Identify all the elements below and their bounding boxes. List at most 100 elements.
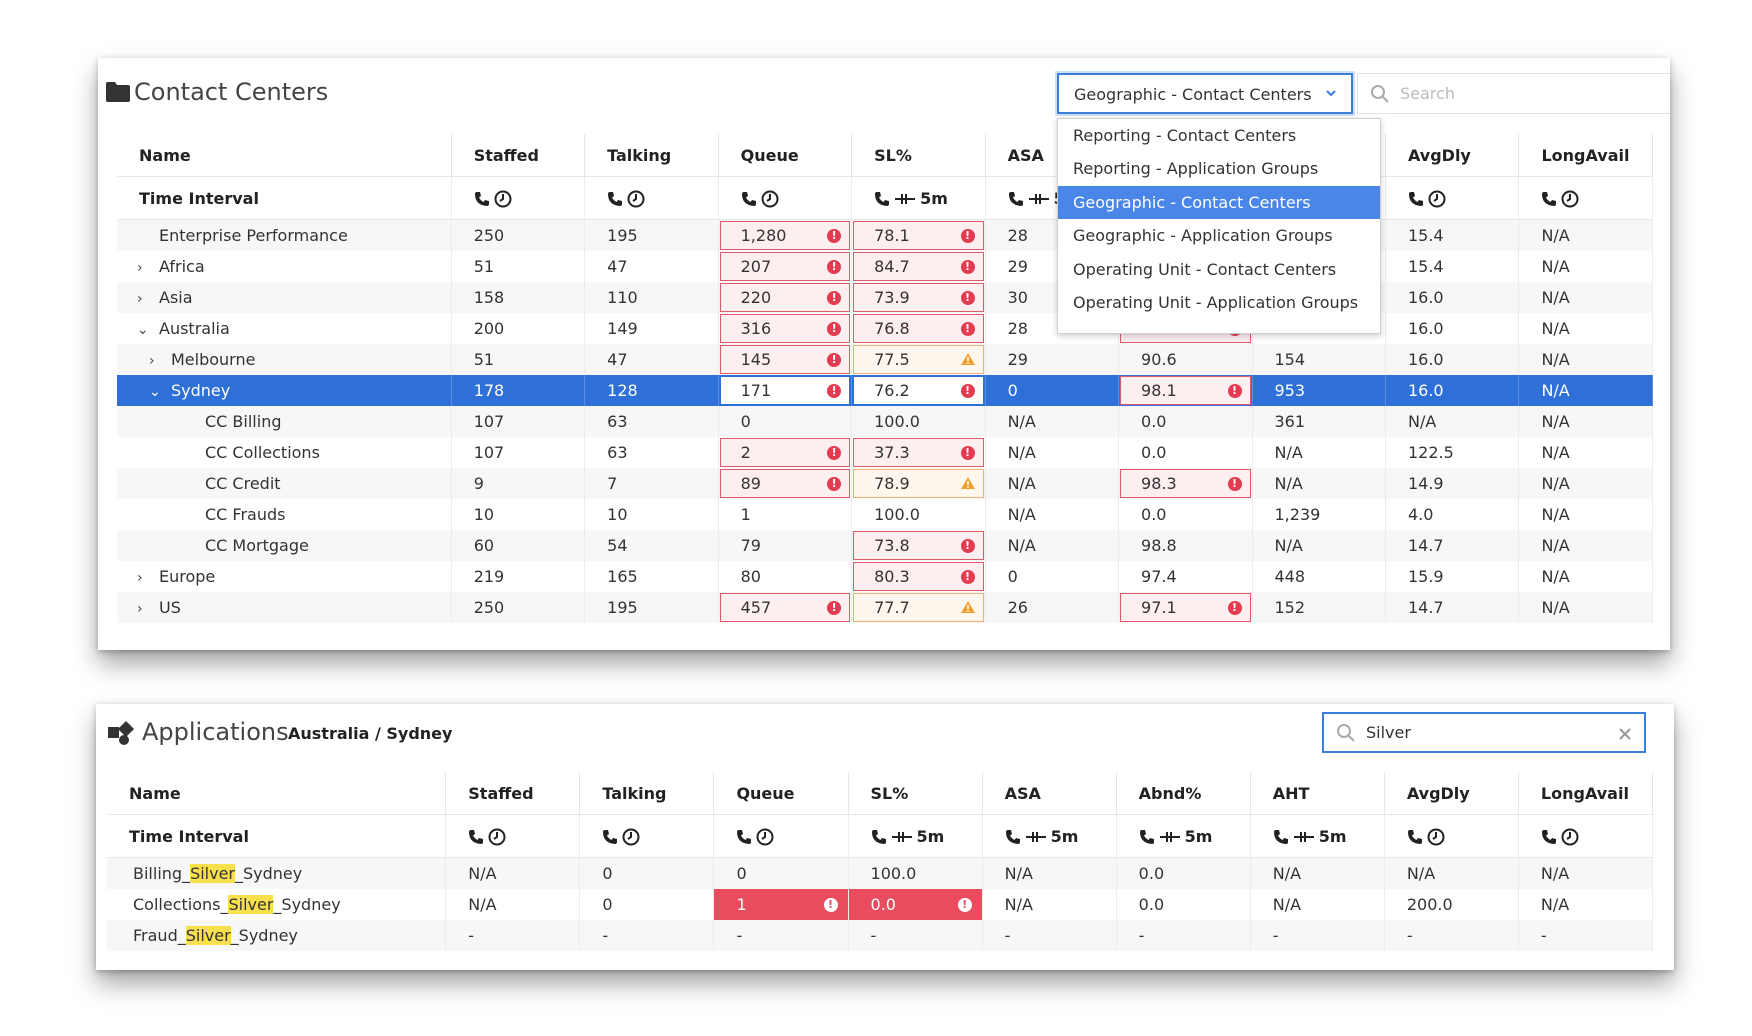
chevron-right-icon[interactable]: ›: [137, 570, 151, 586]
row-name-cell[interactable]: ⌄ Sydney: [117, 375, 452, 406]
interval-cell[interactable]: [579, 814, 715, 858]
contact-centers-table: NameStaffedTalkingQueueSL%ASAAbnd%AHTAvg…: [117, 134, 1653, 623]
chevron-right-icon[interactable]: ›: [137, 260, 151, 276]
interval-cell[interactable]: [718, 176, 853, 220]
row-name-cell[interactable]: CC Credit: [117, 468, 452, 499]
table-row[interactable]: › Melbourne 51 47 145! 77.5 29 90.6 154 16.0 N/A: [117, 344, 1653, 375]
interval-cell[interactable]: [584, 176, 719, 220]
metric-value: N/A: [1541, 226, 1570, 245]
column-header[interactable]: Name: [117, 134, 452, 177]
column-header[interactable]: Staffed: [445, 772, 581, 815]
table-row[interactable]: Fraud_Silver_Sydney - - - - - - - - -: [107, 920, 1654, 951]
table-row[interactable]: CC Credit 9 7 89! 78.9 N/A 98.3! N/A 14.9 N/A: [117, 468, 1653, 499]
metric-value: N/A: [1004, 895, 1033, 914]
metric-cell: -: [1250, 920, 1385, 951]
metric-value: 30: [1007, 288, 1028, 307]
table-row[interactable]: Billing_Silver_Sydney N/A 0 0 100.0 N/A 0.0 N/A…: [107, 857, 1654, 889]
row-name-cell[interactable]: Enterprise Performance: [117, 219, 452, 251]
metric-cell: 107: [451, 437, 586, 468]
interval-cell[interactable]: 5m: [1250, 814, 1385, 858]
row-name-cell[interactable]: › Africa: [117, 251, 452, 282]
table-row[interactable]: › US 250 195 457! 77.7 26 97.1! 152 14.7 N/A: [117, 592, 1653, 623]
column-header[interactable]: Queue: [713, 772, 849, 815]
column-header[interactable]: Talking: [579, 772, 715, 815]
metric-value: 361: [1274, 412, 1306, 431]
column-header[interactable]: SL%: [851, 134, 986, 177]
metric-value: 0.0: [1138, 864, 1165, 883]
metric-cell: N/A: [985, 499, 1120, 530]
metric-cell: 0: [579, 889, 715, 920]
chevron-right-icon[interactable]: ›: [137, 291, 151, 307]
row-name-cell[interactable]: ⌄ Australia: [117, 313, 452, 344]
timer-icon: [488, 828, 506, 846]
search-input[interactable]: Search: [1357, 73, 1670, 114]
row-name-cell[interactable]: CC Mortgage: [117, 530, 452, 561]
interval-cell[interactable]: [445, 814, 581, 858]
metric-cell: 107: [451, 406, 586, 437]
column-header[interactable]: Abnd%: [1116, 772, 1251, 815]
metric-cell: 9: [451, 468, 586, 499]
interval-cell[interactable]: [1384, 814, 1519, 858]
interval-cell[interactable]: [451, 176, 586, 220]
applications-search-input[interactable]: Silver: [1322, 712, 1646, 753]
metric-value: 78.1: [874, 226, 910, 245]
interval-cell[interactable]: [1518, 814, 1654, 858]
metric-value: N/A: [1274, 536, 1303, 555]
column-header[interactable]: AvgDly: [1384, 772, 1519, 815]
row-name-cell[interactable]: Fraud_Silver_Sydney: [107, 920, 447, 951]
column-header[interactable]: ASA: [982, 772, 1117, 815]
row-name-cell[interactable]: › Europe: [117, 561, 452, 592]
row-name-cell[interactable]: CC Billing: [117, 406, 452, 437]
interval-cell[interactable]: [1518, 176, 1653, 220]
interval-cell[interactable]: 5m: [851, 176, 986, 220]
column-header[interactable]: Staffed: [451, 134, 586, 177]
row-name-cell[interactable]: › Melbourne: [117, 344, 452, 375]
table-row[interactable]: Enterprise Performance 250 195 1,280! 78.1! 2…: [117, 219, 1653, 251]
dropdown-option[interactable]: Operating Unit - Contact Centers: [1058, 253, 1380, 286]
dropdown-option[interactable]: Geographic - Application Groups: [1058, 219, 1380, 252]
row-name-cell[interactable]: Billing_Silver_Sydney: [107, 857, 447, 889]
chevron-right-icon[interactable]: ›: [137, 601, 151, 617]
interval-cell[interactable]: [1385, 176, 1520, 220]
column-header[interactable]: LongAvail: [1518, 772, 1654, 815]
column-header[interactable]: Talking: [584, 134, 719, 177]
column-header[interactable]: AHT: [1250, 772, 1385, 815]
column-header[interactable]: Name: [107, 772, 447, 815]
table-row[interactable]: CC Frauds 10 10 1 100.0 N/A 0.0 1,239 4.0 N/A: [117, 499, 1653, 530]
interval-cell[interactable]: [713, 814, 849, 858]
table-row[interactable]: CC Mortgage 60 54 79 73.8! N/A 98.8 N/A 14.7 N/A: [117, 530, 1653, 561]
row-name-cell[interactable]: › US: [117, 592, 452, 623]
column-header[interactable]: Queue: [718, 134, 853, 177]
phone-icon: [871, 830, 886, 844]
metric-cell: 14.7: [1385, 530, 1520, 561]
dropdown-option[interactable]: Geographic - Contact Centers: [1058, 185, 1380, 220]
row-name-cell[interactable]: Collections_Silver_Sydney: [107, 889, 447, 920]
row-name: CC Frauds: [205, 505, 286, 524]
clear-icon[interactable]: [1618, 727, 1632, 741]
metric-cell: 953: [1252, 375, 1386, 406]
table-row[interactable]: › Africa 51 47 207! 84.7! 29 15.4 N/A: [117, 251, 1653, 282]
table-row[interactable]: Collections_Silver_Sydney N/A 0 1! 0.0! N/A 0.…: [107, 889, 1654, 920]
dropdown-option[interactable]: Reporting - Application Groups: [1058, 152, 1380, 185]
column-header[interactable]: AvgDly: [1385, 134, 1520, 177]
chevron-down-icon[interactable]: ⌄: [137, 322, 151, 338]
column-header[interactable]: SL%: [848, 772, 983, 815]
view-select[interactable]: Geographic - Contact Centers: [1057, 73, 1353, 114]
table-row[interactable]: ⌄ Sydney 178 128 171! 76.2! 0 98.1! 953 16.0 N/A: [117, 375, 1653, 406]
table-row[interactable]: CC Collections 107 63 2! 37.3! N/A 0.0 N/A 122.5…: [117, 437, 1653, 468]
table-row[interactable]: › Europe 219 165 80 80.3! 0 97.4 448 15.9 N/A: [117, 561, 1653, 592]
chevron-down-icon[interactable]: ⌄: [149, 384, 163, 400]
table-row[interactable]: ⌄Australia200149316!76.8!2894.4!10716.0N…: [117, 313, 1653, 344]
chevron-right-icon[interactable]: ›: [149, 353, 163, 369]
interval-cell[interactable]: 5m: [848, 814, 983, 858]
table-row[interactable]: CC Billing 107 63 0 100.0 N/A 0.0 361 N/A N/A: [117, 406, 1653, 437]
interval-cell[interactable]: 5m: [1116, 814, 1251, 858]
row-name-cell[interactable]: CC Collections: [117, 437, 452, 468]
table-row[interactable]: › Asia 158 110 220! 73.9! 30 16.0 N/A: [117, 282, 1653, 313]
dropdown-option[interactable]: Reporting - Contact Centers: [1058, 119, 1380, 152]
interval-cell[interactable]: 5m: [982, 814, 1117, 858]
row-name-cell[interactable]: › Asia: [117, 282, 452, 313]
column-header[interactable]: LongAvail: [1518, 134, 1653, 177]
row-name-cell[interactable]: CC Frauds: [117, 499, 452, 530]
dropdown-option[interactable]: Operating Unit - Application Groups: [1058, 286, 1380, 319]
